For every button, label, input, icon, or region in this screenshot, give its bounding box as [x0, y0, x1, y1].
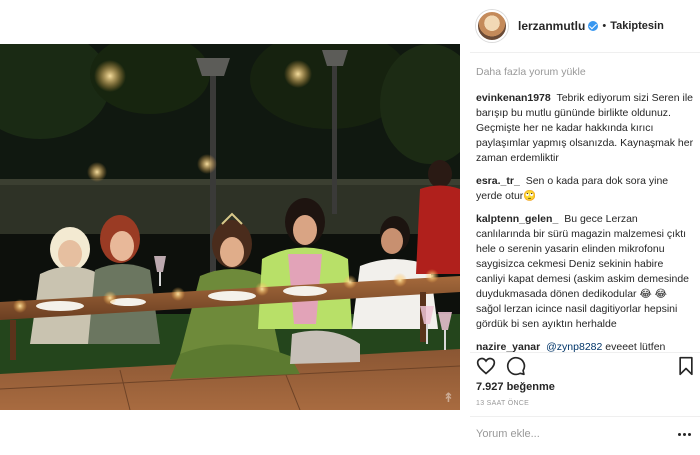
author-username[interactable]: lerzanmutlu — [518, 19, 585, 33]
instagram-post: ↟ lerzanmutlu • Takiptesin Daha fazla yo… — [0, 0, 700, 455]
heart-icon[interactable] — [476, 356, 496, 376]
comment-mention-link[interactable]: @zynp8282 — [546, 341, 602, 352]
avatar[interactable] — [476, 10, 508, 42]
likes-count[interactable]: 7.927 beğenme — [476, 381, 555, 393]
post-actions — [476, 356, 694, 378]
watermark: ↟ — [443, 390, 454, 405]
comment-username[interactable]: evinkenan1978 — [476, 92, 551, 104]
post-header: lerzanmutlu • Takiptesin — [470, 0, 700, 52]
post-side-panel: lerzanmutlu • Takiptesin Daha fazla yoru… — [470, 0, 700, 455]
comment-icon[interactable] — [506, 356, 526, 376]
comment-text: Bu gece Lerzan canlılarında bir sürü mag… — [476, 213, 689, 330]
party-photo-illustration — [0, 44, 460, 410]
comment-item: esra._tr_ Sen o kada para dok sora yine … — [476, 174, 694, 204]
comment-item: kalptenn_gelen_ Bu gece Lerzan canlıları… — [476, 212, 694, 332]
comment-username[interactable]: kalptenn_gelen_ — [476, 213, 558, 225]
bookmark-icon[interactable] — [678, 356, 694, 376]
post-timestamp: 13 SAAT ÖNCE — [476, 400, 530, 407]
header-divider — [470, 52, 700, 53]
comment-item: nazire_yanar @zynp8282 eveeet lütfen bar… — [476, 340, 694, 352]
post-photo[interactable]: ↟ — [0, 44, 460, 410]
load-more-comments-link[interactable]: Daha fazla yorum yükle — [476, 66, 694, 78]
more-dot — [683, 432, 686, 436]
more-options-icon[interactable] — [678, 428, 694, 440]
add-comment-input[interactable]: Yorum ekle... — [476, 428, 540, 440]
more-dot — [688, 432, 691, 436]
header-separator: • — [602, 20, 607, 32]
actions-divider — [470, 352, 700, 353]
comment-username[interactable]: esra._tr_ — [476, 175, 520, 187]
more-dot — [678, 432, 681, 436]
comment-input-divider — [470, 416, 700, 417]
verified-badge-icon — [588, 21, 599, 31]
comment-item: evinkenan1978 Tebrik ediyorum sizi Seren… — [476, 91, 694, 166]
follow-status-button[interactable]: Takiptesin — [610, 20, 664, 32]
comment-username[interactable]: nazire_yanar — [476, 341, 540, 352]
comments-list[interactable]: Daha fazla yorum yükle evinkenan1978 Teb… — [476, 66, 694, 352]
